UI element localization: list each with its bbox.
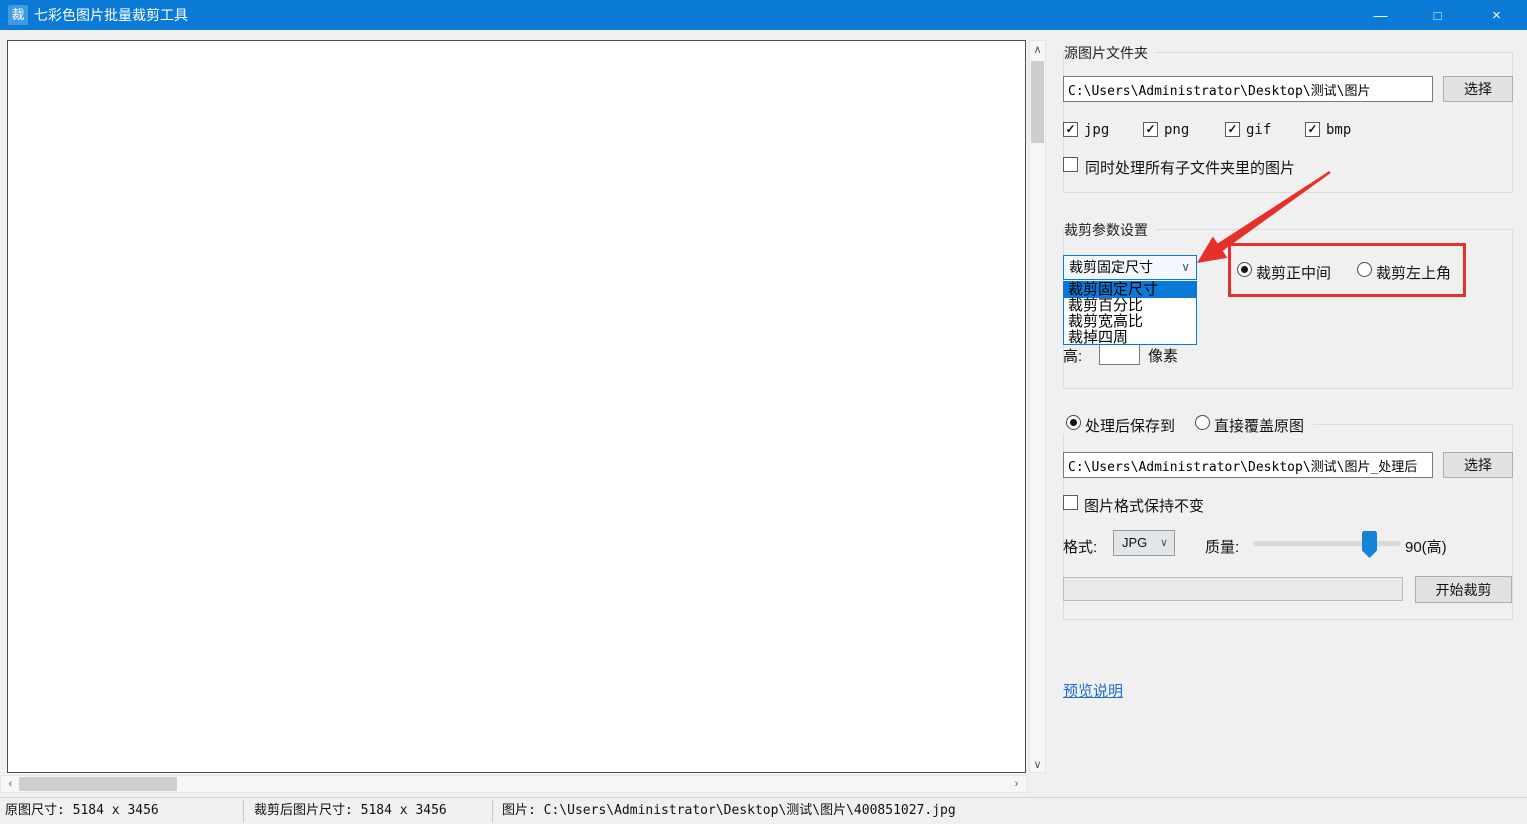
crop-mode-dropdown-list: 裁剪固定尺寸 裁剪百分比 裁剪宽高比 裁掉四周 <box>1063 281 1197 345</box>
gif-checkbox-label: gif <box>1246 122 1272 138</box>
dropdown-option-aspect-ratio[interactable]: 裁剪宽高比 <box>1064 314 1196 330</box>
source-folder-group-title: 源图片文件夹 <box>1064 43 1155 63</box>
quality-value-label: 90(高) <box>1405 539 1447 556</box>
format-field-label: 格式: <box>1063 539 1098 556</box>
window-title: 七彩色图片批量裁剪工具 <box>34 7 188 23</box>
include-subfolders-checkbox[interactable] <box>1063 157 1078 172</box>
source-select-button[interactable]: 选择 <box>1443 76 1513 102</box>
quality-field-label: 质量: <box>1205 539 1240 556</box>
title-bar: 裁 七彩色图片批量裁剪工具 — □ × <box>0 0 1527 30</box>
vertical-scrollbar-thumb[interactable] <box>1031 61 1044 143</box>
dropdown-option-trim-edges[interactable]: 裁掉四周 <box>1064 330 1196 346</box>
overwrite-original-radio-label: 直接覆盖原图 <box>1214 418 1305 435</box>
save-select-button[interactable]: 选择 <box>1443 452 1513 478</box>
minimize-button[interactable]: — <box>1352 0 1409 30</box>
height-unit-label: 像素 <box>1148 348 1179 365</box>
save-path-input[interactable] <box>1063 452 1433 478</box>
check-icon: ✓ <box>1065 122 1076 136</box>
png-checkbox-label: png <box>1164 122 1190 138</box>
horizontal-scrollbar[interactable]: ‹ › <box>0 775 1027 793</box>
close-button[interactable]: × <box>1466 0 1527 30</box>
format-dropdown[interactable]: JPG ∨ <box>1113 530 1175 556</box>
format-value: JPG <box>1122 535 1148 550</box>
scroll-right-icon[interactable]: › <box>1009 776 1024 792</box>
gif-checkbox[interactable]: ✓ <box>1225 122 1240 137</box>
status-separator <box>243 800 244 822</box>
preview-help-link[interactable]: 预览说明 <box>1063 680 1123 701</box>
quality-slider-track[interactable] <box>1253 541 1401 546</box>
horizontal-scrollbar-thumb[interactable] <box>19 777 177 791</box>
scroll-left-icon[interactable]: ‹ <box>3 776 18 792</box>
png-checkbox[interactable]: ✓ <box>1143 122 1158 137</box>
dropdown-option-percentage[interactable]: 裁剪百分比 <box>1064 298 1196 314</box>
status-cropped-size: 裁剪后图片尺寸: 5184 x 3456 <box>254 803 447 818</box>
check-icon: ✓ <box>1145 122 1156 136</box>
crop-mode-dropdown[interactable]: 裁剪固定尺寸 ∨ <box>1063 255 1197 280</box>
status-original-size: 原图尺寸: 5184 x 3456 <box>5 803 159 818</box>
keep-format-checkbox[interactable] <box>1063 495 1078 510</box>
dropdown-option-fixed-size[interactable]: 裁剪固定尺寸 <box>1064 282 1196 298</box>
status-separator <box>492 800 493 822</box>
app-icon: 裁 <box>8 5 28 25</box>
preview-canvas <box>7 40 1026 773</box>
source-path-input[interactable] <box>1063 76 1433 102</box>
check-icon: ✓ <box>1307 122 1318 136</box>
crop-mode-value: 裁剪固定尺寸 <box>1069 259 1153 275</box>
maximize-button[interactable]: □ <box>1409 0 1466 30</box>
chevron-down-icon: ∨ <box>1159 537 1168 549</box>
jpg-checkbox-label: jpg <box>1084 122 1110 138</box>
crop-settings-group-title: 裁剪参数设置 <box>1064 220 1155 240</box>
bmp-checkbox-label: bmp <box>1326 122 1352 138</box>
start-crop-button[interactable]: 开始裁剪 <box>1415 576 1512 603</box>
bmp-checkbox[interactable]: ✓ <box>1305 122 1320 137</box>
jpg-checkbox[interactable]: ✓ <box>1063 122 1078 137</box>
keep-format-label: 图片格式保持不变 <box>1084 498 1205 515</box>
status-bar: 原图尺寸: 5184 x 3456 裁剪后图片尺寸: 5184 x 3456 图… <box>0 797 1527 823</box>
scroll-down-icon[interactable]: ∨ <box>1030 756 1045 772</box>
progress-bar <box>1063 577 1403 601</box>
save-to-folder-radio[interactable] <box>1066 415 1081 430</box>
height-field-label: 高: <box>1063 348 1083 365</box>
check-icon: ✓ <box>1227 122 1238 136</box>
status-image-path: 图片: C:\Users\Administrator\Desktop\测试\图片… <box>502 803 956 818</box>
annotation-arrow-icon <box>1197 171 1331 263</box>
overwrite-original-radio[interactable] <box>1195 415 1210 430</box>
save-to-folder-radio-label: 处理后保存到 <box>1085 418 1176 435</box>
scroll-up-icon[interactable]: ∧ <box>1030 41 1045 57</box>
vertical-scrollbar[interactable]: ∧ ∨ <box>1029 40 1046 773</box>
